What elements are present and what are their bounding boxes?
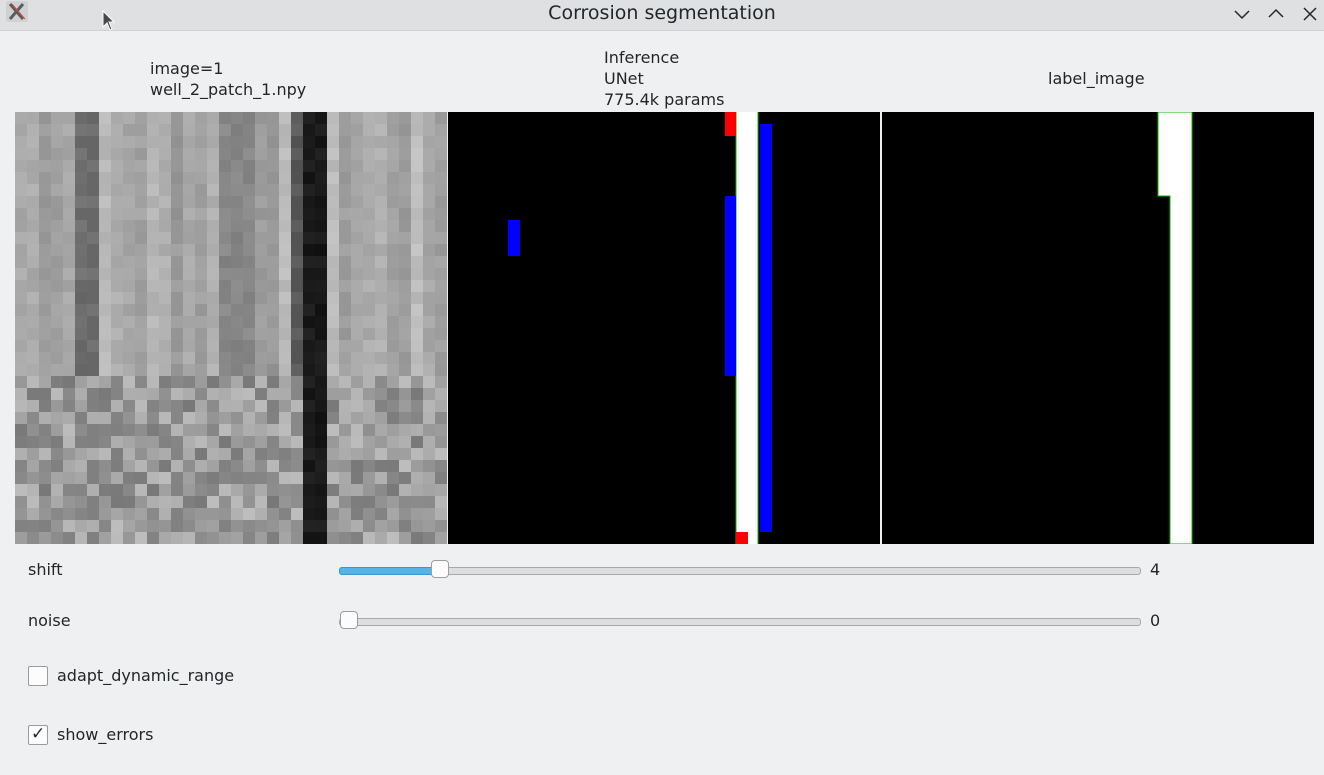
show-errors-checkbox[interactable]: ✓ <box>28 724 48 745</box>
close-icon <box>1303 7 1317 21</box>
show-errors-label: show_errors <box>57 725 154 744</box>
chevron-up-icon <box>1268 8 1284 18</box>
input-image-header: image=1 well_2_patch_1.npy <box>150 58 306 100</box>
shift-slider-handle[interactable] <box>431 560 449 578</box>
checkmark-icon: ✓ <box>31 724 46 744</box>
inference-mask-image <box>448 112 880 544</box>
noise-slider[interactable] <box>339 611 1141 629</box>
title-bar: Corrosion segmentation <box>0 0 1324 31</box>
inference-title: Inference <box>604 48 680 67</box>
false-negative-blob <box>508 220 520 256</box>
label-image-header: label_image <box>1048 68 1145 89</box>
chevron-down-icon <box>1234 10 1250 20</box>
inference-panel[interactable] <box>448 112 880 544</box>
inference-header: Inference UNet 775.4k params <box>604 47 724 110</box>
image-index-label: image=1 <box>150 59 224 78</box>
noise-slider-handle[interactable] <box>340 611 358 629</box>
false-negative-region-right <box>760 124 772 532</box>
model-name-label: UNet <box>604 69 644 88</box>
adapt-dynamic-range-checkbox[interactable] <box>28 666 48 686</box>
label-image-title: label_image <box>1048 69 1145 88</box>
close-button[interactable] <box>1299 3 1321 25</box>
maximize-button[interactable] <box>1265 3 1287 25</box>
label-image-panel[interactable] <box>882 112 1314 544</box>
param-count-label: 775.4k params <box>604 90 725 109</box>
false-negative-region <box>725 196 736 376</box>
shift-slider[interactable] <box>339 560 1141 578</box>
minimize-button[interactable] <box>1231 3 1253 25</box>
input-image-panel[interactable] <box>15 112 447 544</box>
shift-value: 4 <box>1150 560 1161 579</box>
false-positive-region <box>725 112 736 136</box>
window-title: Corrosion segmentation <box>548 2 776 24</box>
shift-slider-fill <box>339 567 437 575</box>
false-positive-region-bottom <box>736 532 748 544</box>
grayscale-well-image <box>15 112 447 544</box>
label-mask-image <box>882 112 1314 544</box>
noise-value: 0 <box>1150 611 1161 630</box>
noise-label: noise <box>28 611 71 630</box>
predicted-mask-region <box>736 112 758 544</box>
image-filename-label: well_2_patch_1.npy <box>150 80 307 99</box>
shift-label: shift <box>28 560 63 579</box>
mouse-pointer-icon <box>102 9 116 32</box>
adapt-dynamic-range-label: adapt_dynamic_range <box>57 666 235 685</box>
